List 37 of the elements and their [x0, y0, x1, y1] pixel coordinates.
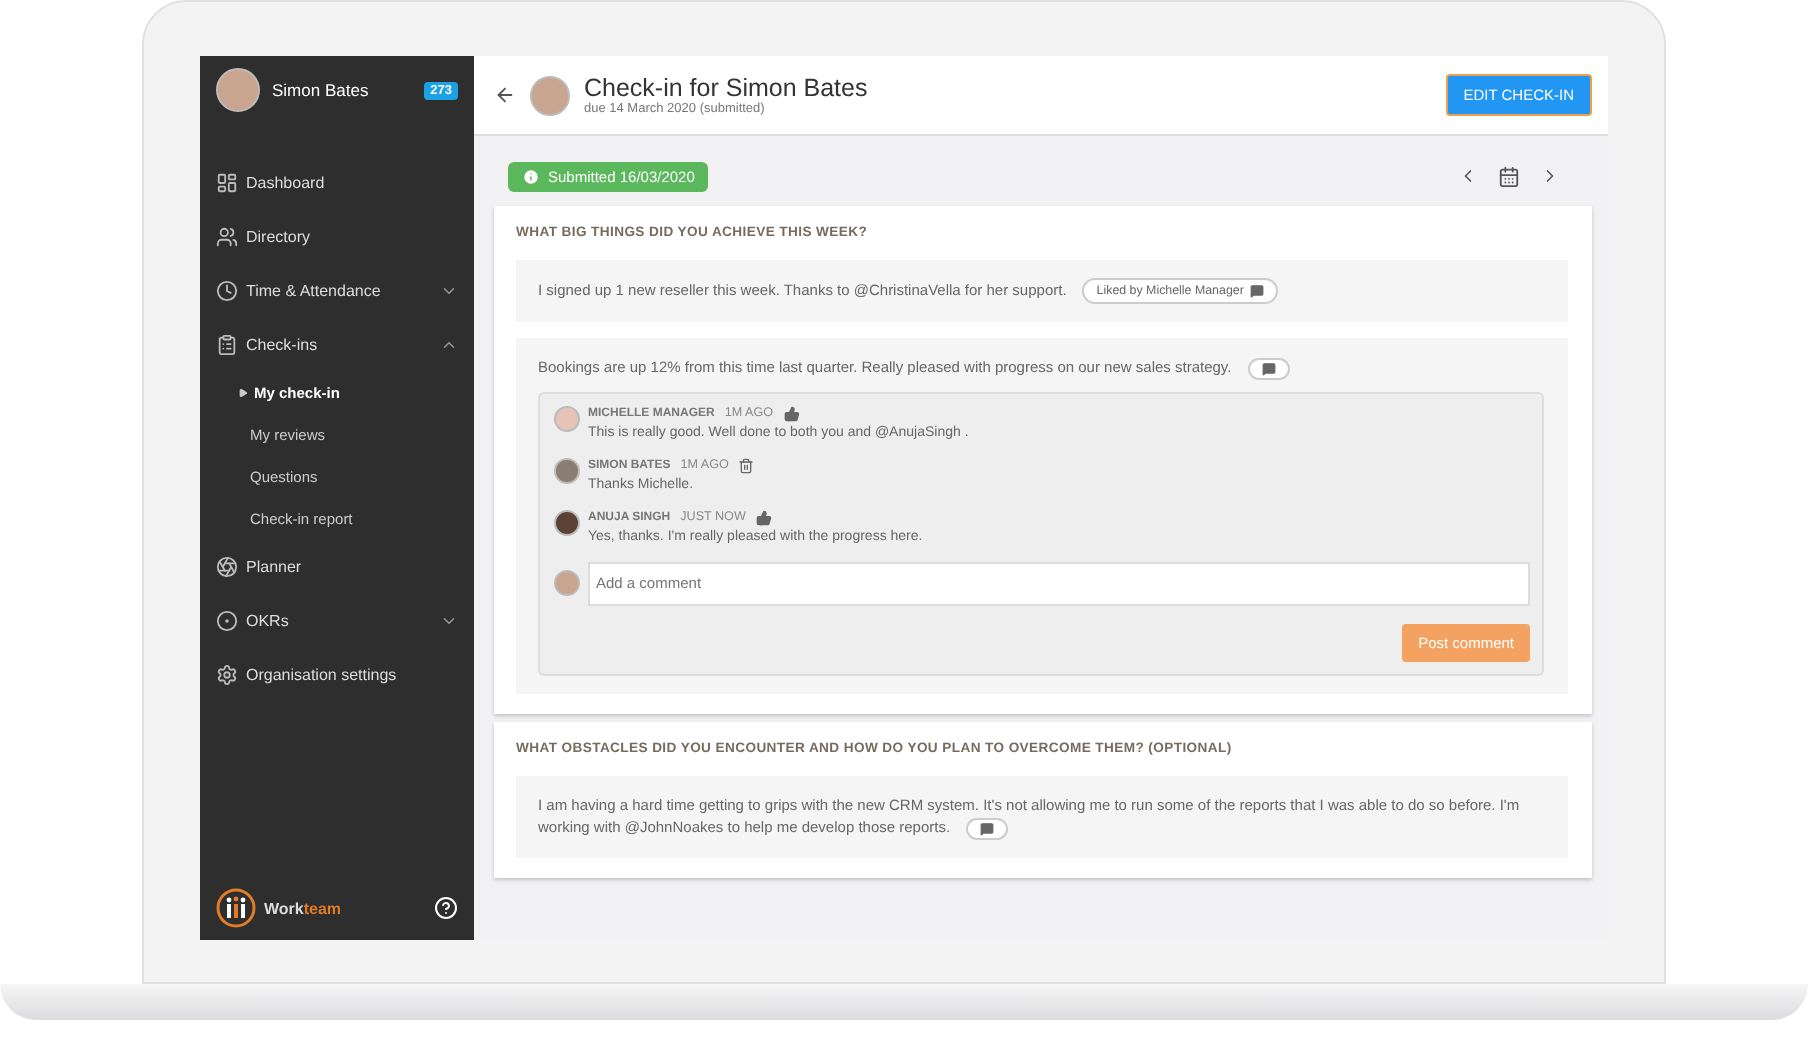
calendar-icon[interactable] — [1498, 165, 1520, 187]
comment-pill[interactable] — [1247, 357, 1290, 380]
nav-item[interactable]: Time & Attendance — [200, 264, 474, 318]
settings-icon — [216, 664, 238, 686]
delete-icon[interactable] — [738, 457, 755, 474]
avatar — [216, 68, 260, 112]
comment-pill[interactable] — [966, 817, 1009, 840]
dashboard-icon — [216, 172, 238, 194]
nav-item[interactable]: Organisation settings — [200, 648, 474, 702]
comment-icon — [980, 821, 995, 836]
nav-item[interactable]: Planner — [200, 540, 474, 594]
help-icon[interactable] — [434, 896, 458, 920]
clipboard-icon — [216, 334, 238, 356]
avatar — [554, 405, 580, 432]
comment-icon — [1261, 361, 1276, 376]
thumbs-up-icon[interactable] — [783, 405, 799, 422]
avatar — [554, 457, 580, 484]
people-logo-icon — [216, 888, 256, 928]
clock-icon — [216, 280, 238, 302]
info-icon — [522, 167, 540, 185]
page-title: Check-in for Simon Bates — [584, 74, 870, 102]
avatar — [530, 75, 570, 115]
aperture-icon — [216, 556, 238, 578]
nav-item[interactable]: Dashboard — [200, 156, 474, 210]
comment-icon — [1249, 284, 1264, 299]
brand-name: Workteam — [264, 899, 344, 917]
thumbs-up-icon[interactable] — [755, 509, 772, 526]
nav-item[interactable]: Directory — [200, 210, 474, 264]
nav-item[interactable]: OKRs — [200, 594, 474, 648]
people-icon — [216, 226, 238, 248]
back-icon[interactable] — [494, 84, 516, 106]
target-icon — [216, 610, 238, 632]
avatar — [554, 509, 580, 536]
user-name: Simon Bates — [272, 80, 371, 100]
avatar — [554, 570, 580, 597]
nav-item[interactable]: Check-ins — [200, 318, 474, 372]
pointer-icon — [238, 388, 248, 398]
